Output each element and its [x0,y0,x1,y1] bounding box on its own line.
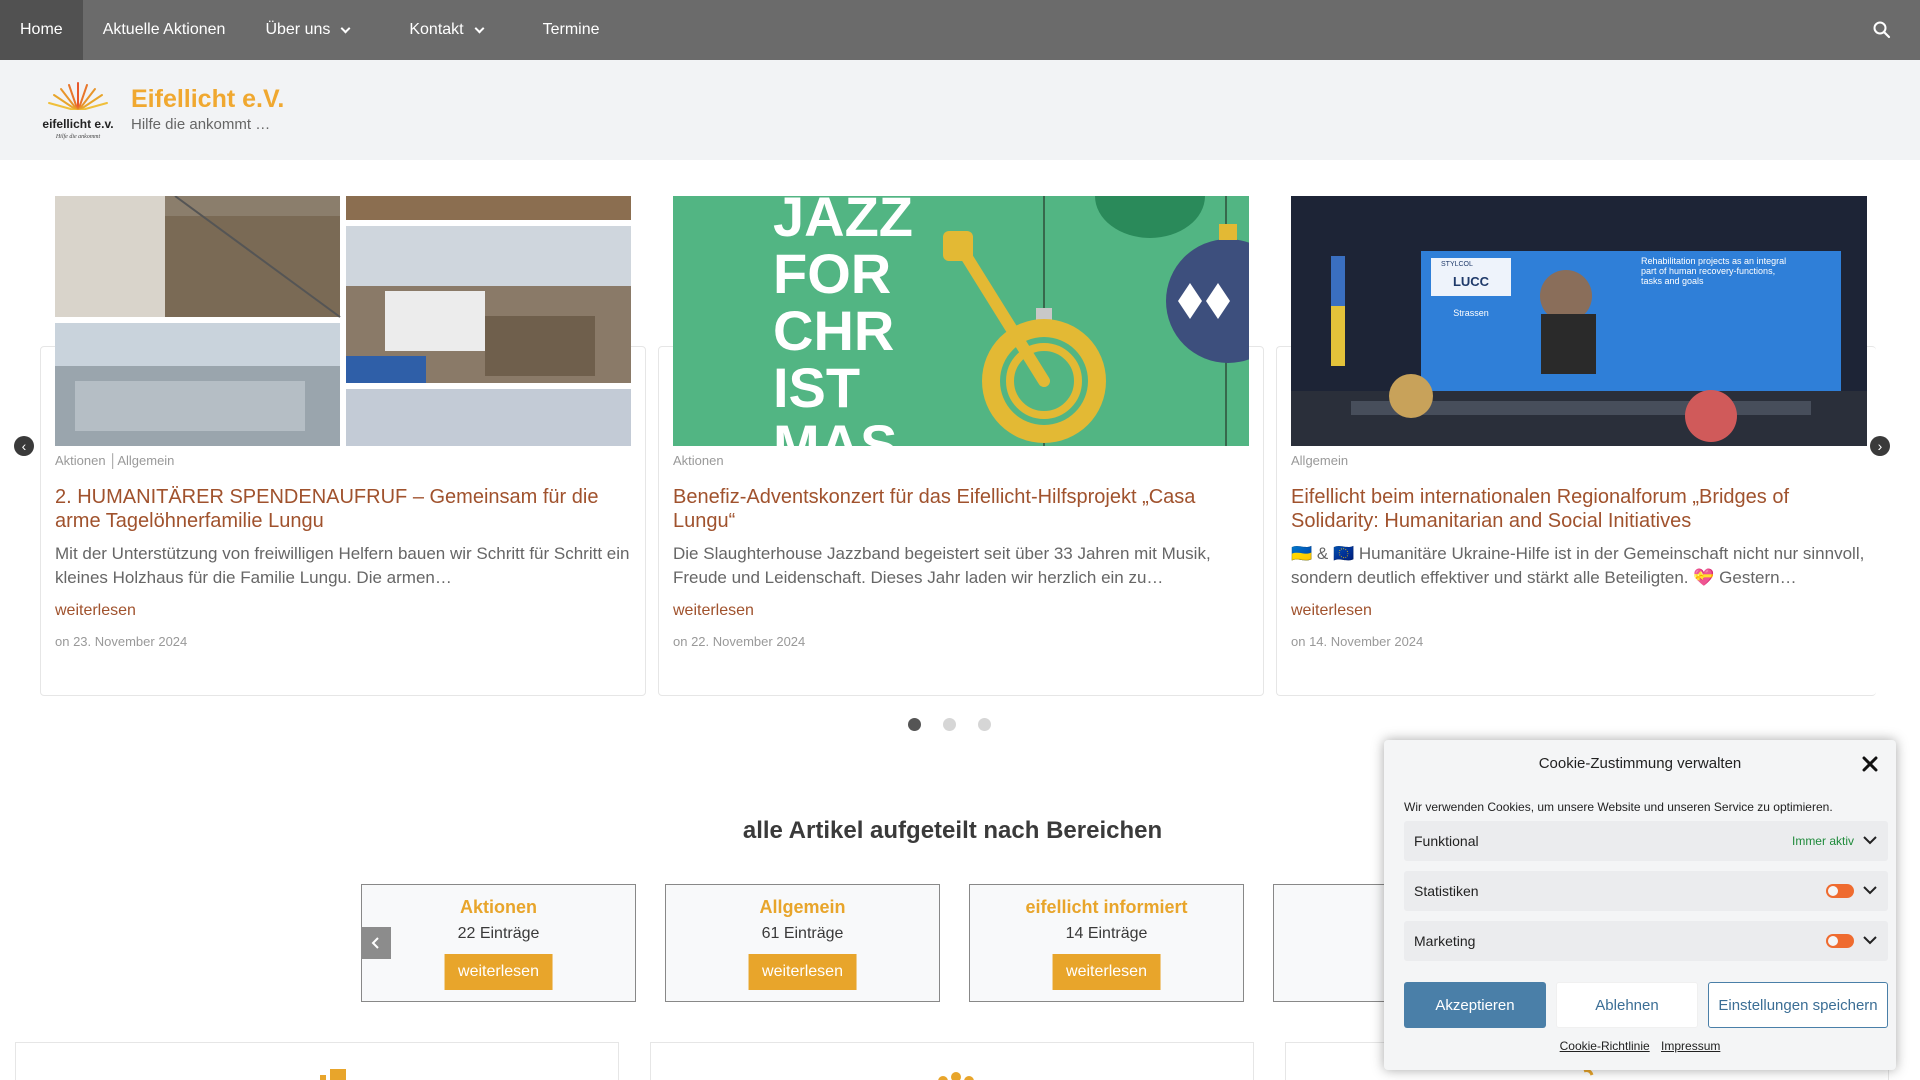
post-date: on 23. November 2024 [55,634,188,649]
svg-text:FOR: FOR [773,242,891,305]
close-icon[interactable] [1860,754,1880,774]
deny-button[interactable]: Ablehnen [1556,982,1698,1028]
cookie-links: Cookie-Richtlinie Impressum [1384,1039,1896,1053]
post-image[interactable]: LUCC STYLCOL Strassen Rehabilitation pro… [1291,196,1867,446]
post-slider: Aktionen │Allgemein 2. HUMANITÄRER SPEND… [0,160,1920,740]
category-read-more-button[interactable]: weiterlesen [748,954,857,990]
site-header: eifellicht e.v. Hilfe die ankommt Eifell… [0,60,1920,160]
category-count: 61 Einträge [761,925,844,942]
cookie-policy-link[interactable]: Cookie-Richtlinie [1560,1039,1650,1053]
category-title[interactable]: eifellicht informiert [970,897,1243,918]
read-more-link[interactable]: weiterlesen [1291,602,1372,620]
category-count: 22 Einträge [457,925,540,942]
feature-card [15,1042,619,1080]
nav-label-ueber-uns: Über uns [265,21,331,38]
post-excerpt: 🇺🇦 & 🇪🇺 Humanitäre Ukraine-Hilfe ist in … [1291,544,1865,587]
svg-text:Hilfe die ankommt: Hilfe die ankommt [55,133,101,140]
nav-label-termine: Termine [542,21,600,38]
chevron-left-icon [371,937,379,949]
cookie-row-label: Marketing [1414,933,1476,949]
imprint-link[interactable]: Impressum [1661,1039,1720,1053]
post-excerpt: Die Slaughterhouse Jazzband begeistert s… [673,544,1211,587]
chevron-down-icon [340,23,351,33]
post-date: on 14. November 2024 [1291,634,1424,649]
category-card-allgemein: Allgemein 61 Einträge weiterlesen [665,884,940,1002]
site-title[interactable]: Eifellicht e.V. [131,85,284,114]
cookie-row-marketing[interactable]: Marketing [1404,921,1888,961]
svg-text:MAS: MAS [773,413,897,446]
category-card-eifellicht-informiert: eifellicht informiert 14 Einträge weiter… [969,884,1244,1002]
read-more-link[interactable]: weiterlesen [673,602,754,620]
svg-text:LUCC: LUCC [1453,274,1490,289]
post-categories[interactable]: Aktionen [673,453,724,468]
category-read-more-button[interactable]: weiterlesen [444,954,553,990]
statistiken-toggle[interactable] [1826,884,1854,898]
nav-item-aktuelle-aktionen[interactable]: Aktuelle Aktionen [83,0,246,60]
marketing-toggle[interactable] [1826,934,1854,948]
svg-text:JAZZ: JAZZ [773,196,913,248]
feature-icon [320,1069,346,1080]
group-icon [938,1072,974,1080]
site-tagline: Hilfe die ankommt … [131,116,271,133]
nav-item-termine[interactable]: Termine [523,0,620,60]
slider-next-button[interactable]: › [1870,436,1890,456]
svg-text:IST: IST [773,356,860,419]
chevron-down-icon[interactable] [1862,832,1878,848]
nav-item-ueber-uns[interactable]: Über uns [245,0,369,60]
cookie-row-label: Funktional [1414,833,1479,849]
slider-dot-1[interactable] [908,718,921,731]
slider-pagination [908,718,991,731]
cookie-row-funktional[interactable]: Funktional Immer aktiv [1404,821,1888,861]
nav-item-kontakt[interactable]: Kontakt [389,0,502,60]
top-navigation: Home Aktuelle Aktionen Über uns Kontakt … [0,0,1920,60]
nav-label-aktuelle-aktionen: Aktuelle Aktionen [102,21,226,38]
post-title[interactable]: 2. HUMANITÄRER SPENDENAUFRUF – Gemeinsam… [55,485,635,533]
chevron-down-icon [474,23,485,33]
read-more-link[interactable]: weiterlesen [55,602,136,620]
svg-text:STYLCOL: STYLCOL [1441,261,1473,268]
cookie-row-label: Statistiken [1414,883,1479,899]
slider-dot-2[interactable] [943,718,956,731]
cookie-title: Cookie-Zustimmung verwalten [1538,755,1742,772]
svg-text:CHR: CHR [773,299,894,362]
post-categories[interactable]: Allgemein [1291,453,1348,468]
slider-prev-button[interactable]: ‹ [14,436,34,456]
post-image[interactable] [55,196,631,446]
post-date: on 22. November 2024 [673,634,806,649]
nav-label-kontakt: Kontakt [409,21,464,38]
category-card-aktionen: Aktionen 22 Einträge weiterlesen [361,884,636,1002]
chevron-down-icon[interactable] [1862,882,1878,898]
category-prev-button[interactable] [361,927,391,959]
donation-icon [1583,1069,1594,1076]
chevron-left-icon: ‹ [21,438,27,454]
site-logo[interactable]: eifellicht e.v. Hilfe die ankommt [38,77,118,143]
accept-button[interactable]: Akzeptieren [1404,982,1546,1028]
always-active-badge: Immer aktiv [1791,834,1854,848]
chevron-down-icon[interactable] [1862,932,1878,948]
post-excerpt: Mit der Unterstützung von freiwilligen H… [55,544,630,587]
cookie-description: Wir verwenden Cookies, um unsere Website… [1404,800,1833,814]
cookie-row-statistiken[interactable]: Statistiken [1404,871,1888,911]
category-title[interactable]: Aktionen [362,897,635,918]
nav-label-home: Home [20,21,63,38]
svg-text:Strassen: Strassen [1453,308,1489,318]
category-read-more-button[interactable]: weiterlesen [1052,954,1161,990]
feature-card [650,1042,1254,1080]
nav-item-home[interactable]: Home [0,0,83,60]
svg-text:eifellicht e.v.: eifellicht e.v. [42,117,113,131]
search-icon[interactable] [1872,20,1892,40]
post-categories[interactable]: Aktionen │Allgemein [55,453,174,468]
slider-dot-3[interactable] [978,718,991,731]
category-title[interactable]: Allgemein [666,897,939,918]
post-title[interactable]: Eifellicht beim internationalen Regional… [1291,485,1871,533]
post-title[interactable]: Benefiz-Adventskonzert für das Eifellich… [673,485,1253,533]
chevron-right-icon: › [1877,438,1883,454]
post-image[interactable]: JAZZ FOR CHR IST MAS [673,196,1249,446]
save-settings-button[interactable]: Einstellungen speichern [1708,982,1888,1028]
cookie-consent-panel: Cookie-Zustimmung verwalten Wir verwende… [1384,740,1896,1070]
category-count: 14 Einträge [1065,925,1148,942]
